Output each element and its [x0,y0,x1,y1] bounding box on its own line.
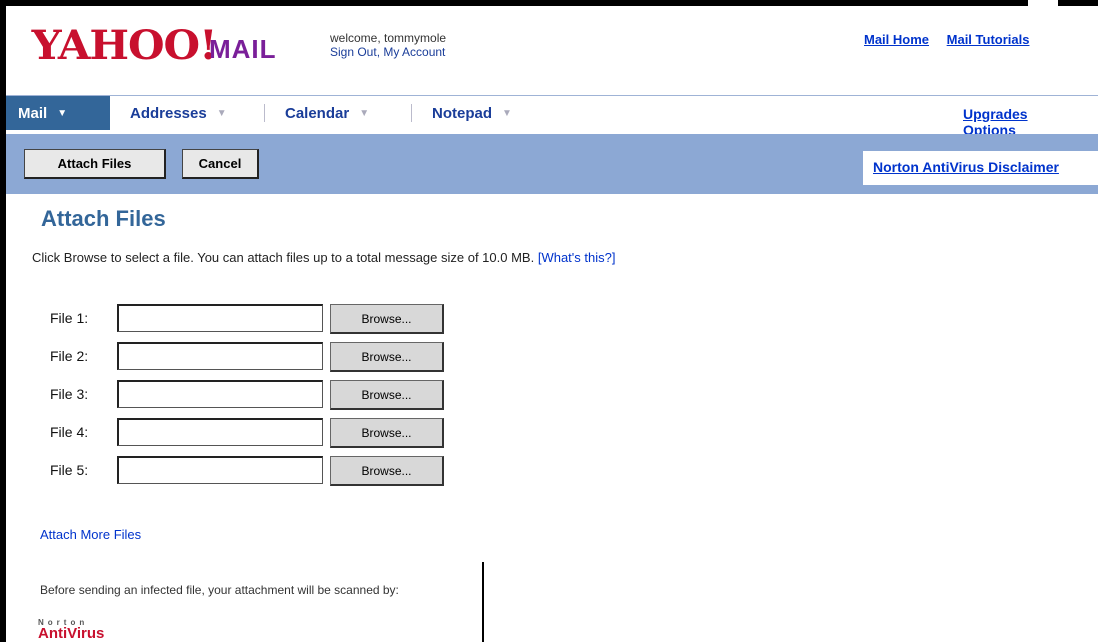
logo-big-text: AntiVirus [38,625,105,642]
description: Click Browse to select a file. You can a… [32,250,615,265]
browse-button-3[interactable]: Browse... [330,380,444,410]
norton-disclaimer-box: Norton AntiVirus Disclaimer [863,151,1098,185]
attach-files-button[interactable]: Attach Files [24,149,166,179]
top-links: Mail Home Mail Tutorials [864,32,1043,47]
file-4-input[interactable] [117,418,323,446]
action-bar: Attach Files Cancel Norton AntiVirus Dis… [6,134,1098,194]
file-label: File 4: [50,424,89,440]
chevron-down-icon[interactable]: ▼ [57,108,67,119]
browse-button-1[interactable]: Browse... [330,304,444,334]
description-text: Click Browse to select a file. You can a… [32,250,538,265]
norton-antivirus-logo: Norton AntiVirus [38,618,104,641]
page-title: Attach Files [41,206,166,231]
file-2-input[interactable] [117,342,323,370]
antivirus-text: Before sending an infected file, your at… [40,583,399,597]
mail-tutorials-link[interactable]: Mail Tutorials [947,32,1030,47]
top-strip [0,0,1098,6]
chevron-down-icon[interactable]: ▼ [217,108,227,119]
tab-label: Calendar [285,104,350,122]
norton-disclaimer-link[interactable]: Norton AntiVirus Disclaimer [873,159,1059,175]
header: YAHOO! MAIL welcome, tommymole Sign Out,… [6,8,1098,88]
logo-text: YAHOO! [31,22,218,69]
account-links[interactable]: Sign Out, My Account [330,45,445,59]
tab-calendar[interactable]: Calendar ▼ [265,96,412,130]
welcome-text: welcome, tommymole [330,31,447,45]
attach-more-files-link[interactable]: Attach More Files [40,527,141,542]
file-5-input[interactable] [117,456,323,484]
browse-button-4[interactable]: Browse... [330,418,444,448]
logo-mail: MAIL [209,34,277,64]
tab-addresses[interactable]: Addresses ▼ [110,96,265,130]
file-3-input[interactable] [117,380,323,408]
yahoo-logo[interactable]: YAHOO! [31,22,218,69]
tab-label: Mail [18,104,48,122]
tab-label: Notepad [432,104,492,122]
whats-this-link[interactable]: [What's this?] [538,250,616,265]
browse-button-2[interactable]: Browse... [330,342,444,372]
file-1-input[interactable] [117,304,323,332]
tab-mail[interactable]: Mail ▼ [6,96,110,130]
file-label: File 2: [50,348,89,364]
tab-label: Addresses [130,104,207,122]
browse-button-5[interactable]: Browse... [330,456,444,486]
chevron-down-icon[interactable]: ▼ [359,108,369,119]
file-label: File 1: [50,310,89,326]
file-label: File 5: [50,462,89,478]
antivirus-box: Before sending an infected file, your at… [28,562,484,642]
tab-bar: Mail ▼ Addresses ▼ Calendar ▼ Notepad ▼ … [6,95,1098,138]
chevron-down-icon[interactable]: ▼ [502,108,512,119]
welcome-block: welcome, tommymole Sign Out, My Account [330,31,446,59]
main-content: Attach Files Click Browse to select a fi… [16,194,1098,642]
tab-notepad[interactable]: Notepad ▼ [412,96,547,130]
upgrades-link[interactable]: Upgrades [963,106,1028,122]
mail-home-link[interactable]: Mail Home [864,32,929,47]
file-label: File 3: [50,386,89,402]
cancel-button[interactable]: Cancel [182,149,259,179]
